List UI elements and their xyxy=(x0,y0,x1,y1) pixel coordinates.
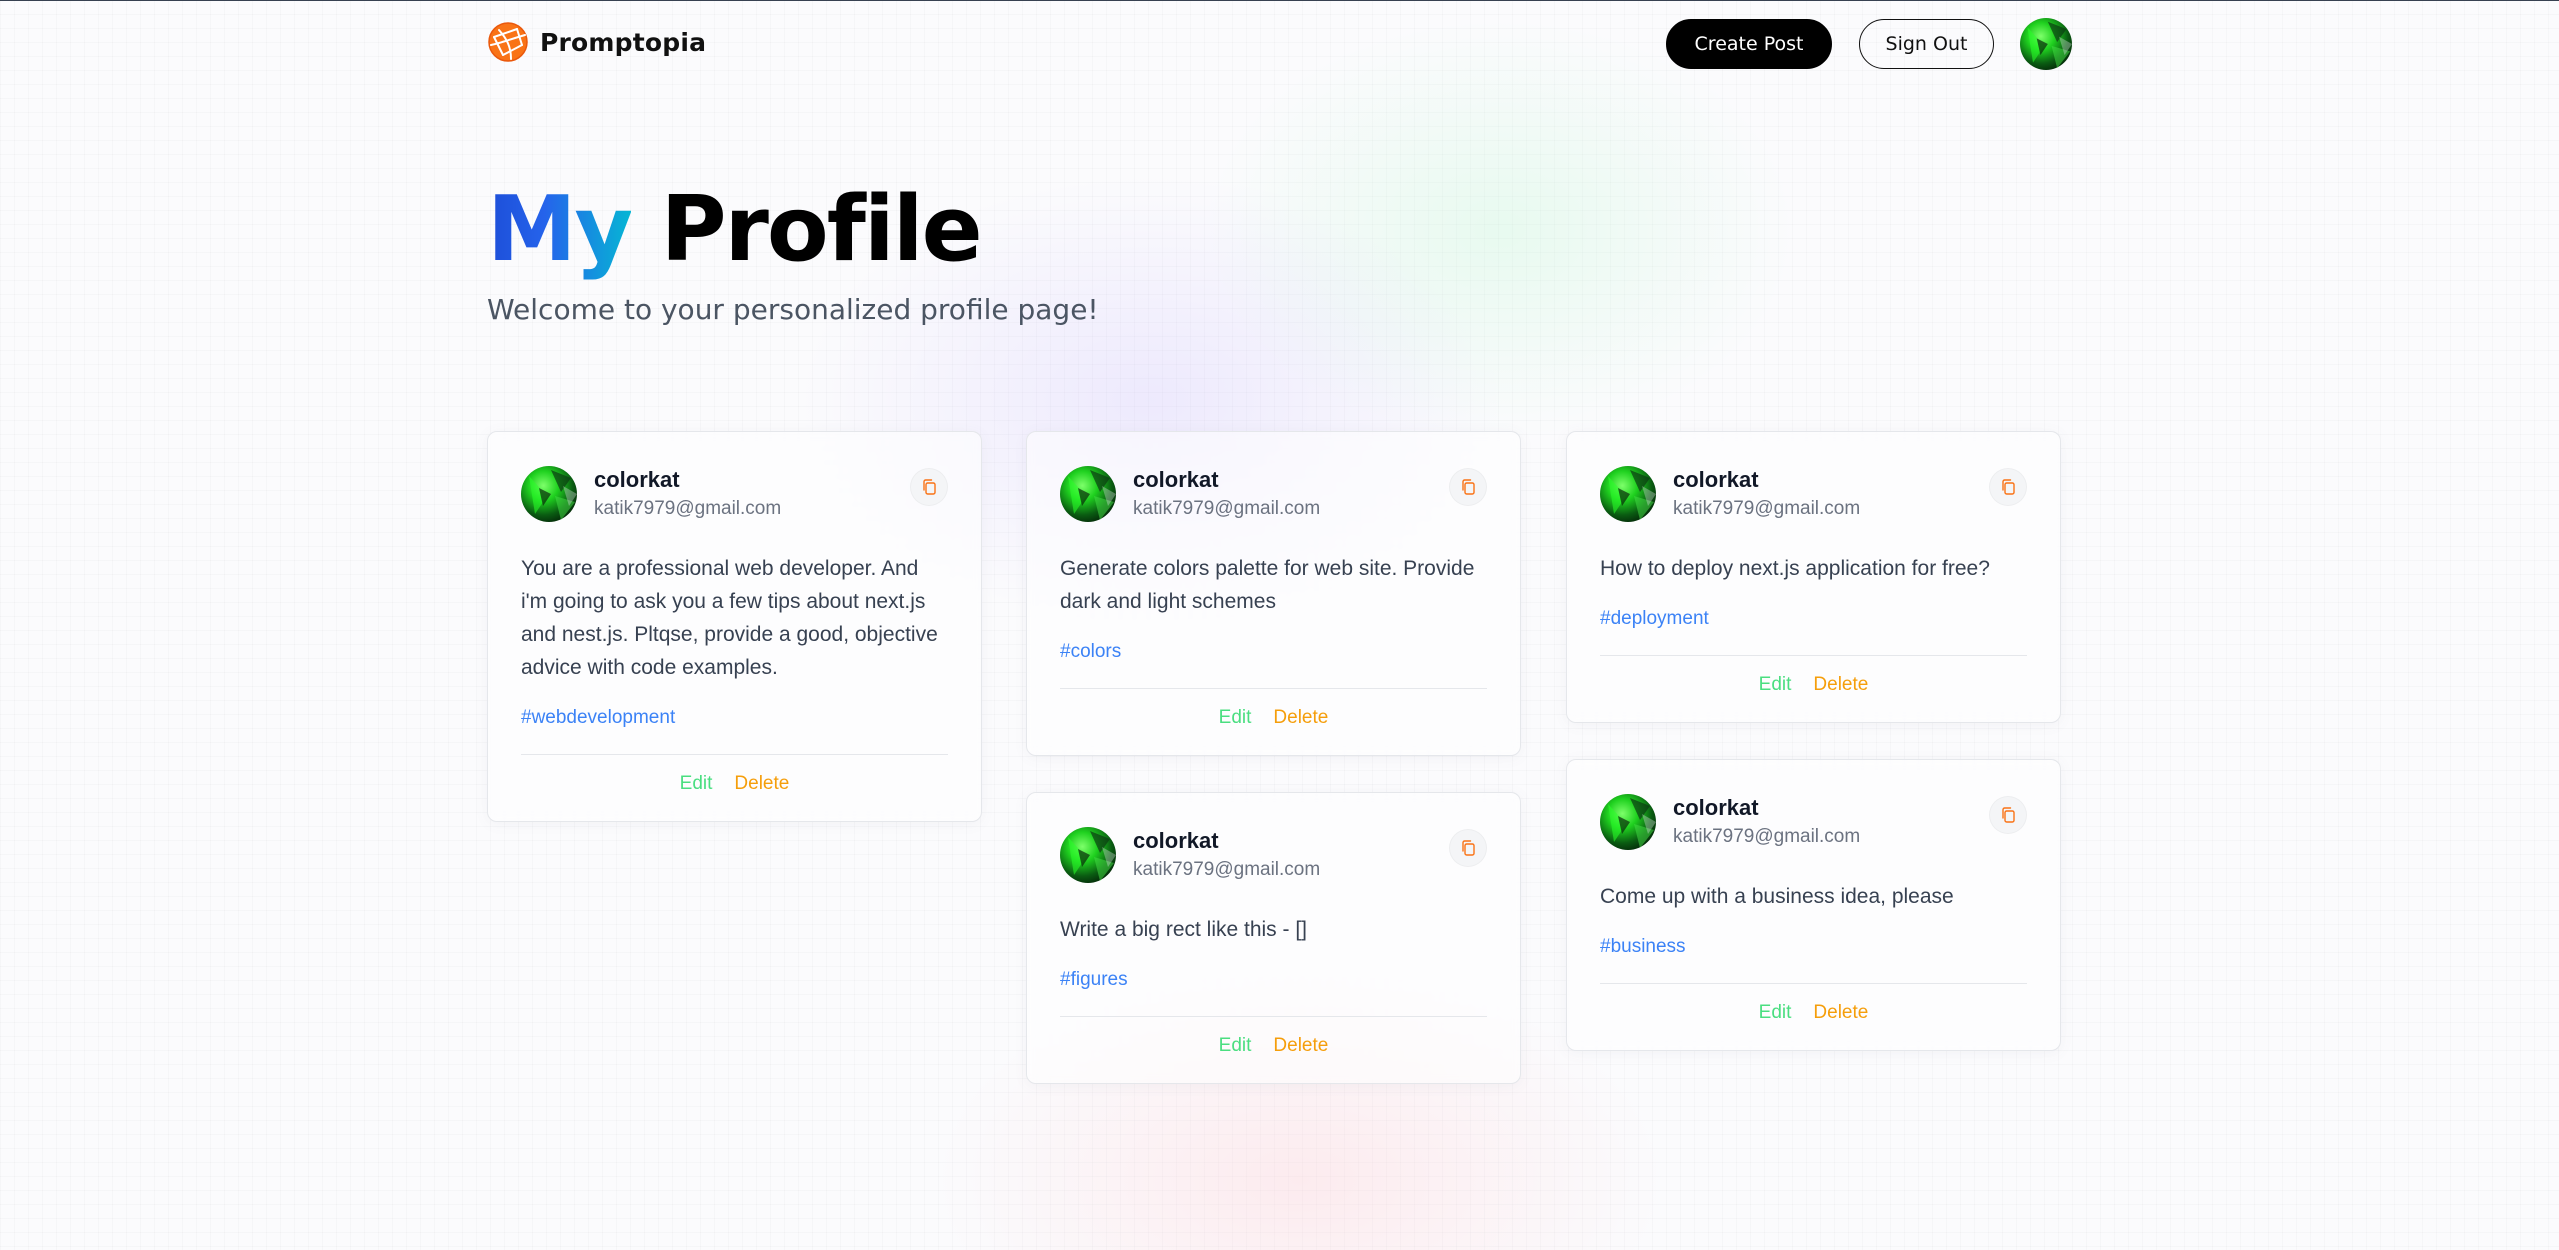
author-email: katik7979@gmail.com xyxy=(1673,826,1861,847)
edit-button[interactable]: Edit xyxy=(1759,672,1792,698)
delete-button[interactable]: Delete xyxy=(1813,672,1868,698)
author-info: colorkat katik7979@gmail.com xyxy=(1133,827,1320,883)
author-email: katik7979@gmail.com xyxy=(1133,859,1321,880)
copy-icon xyxy=(2002,807,2015,823)
author-info: colorkat katik7979@gmail.com xyxy=(1673,794,1860,850)
author-email: katik7979@gmail.com xyxy=(1133,498,1321,519)
delete-button[interactable]: Delete xyxy=(734,771,789,797)
prompt-text: Generate colors palette for web site. Pr… xyxy=(1060,557,1475,613)
post-author[interactable]: colorkat katik7979@gmail.com xyxy=(521,466,781,522)
prompt-tag[interactable]: #figures xyxy=(1060,968,1487,992)
brand-name: Promptopia xyxy=(540,27,707,57)
prompt-card: colorkat katik7979@gmail.com Come up wit… xyxy=(1566,759,2061,1051)
author-username: colorkat xyxy=(1673,467,1759,492)
page-title: My Profile xyxy=(487,175,983,285)
delete-button[interactable]: Delete xyxy=(1273,1033,1328,1059)
copy-button[interactable] xyxy=(1989,796,2027,834)
author-info: colorkat katik7979@gmail.com xyxy=(1673,466,1860,522)
copy-icon xyxy=(2002,479,2015,495)
prompt-card: colorkat katik7979@gmail.com Write a big… xyxy=(1026,792,1521,1084)
user-avatar xyxy=(1060,827,1116,883)
copy-button[interactable] xyxy=(1989,468,2027,506)
author-username: colorkat xyxy=(1133,467,1219,492)
author-email: katik7979@gmail.com xyxy=(1673,498,1861,519)
page-description: Welcome to your personalized profile pag… xyxy=(487,293,1099,326)
post-author[interactable]: colorkat katik7979@gmail.com xyxy=(1600,466,1860,522)
author-info: colorkat katik7979@gmail.com xyxy=(594,466,781,522)
card-header: colorkat katik7979@gmail.com xyxy=(1060,827,1487,883)
card-actions: Edit Delete xyxy=(521,754,948,797)
card-actions: Edit Delete xyxy=(1600,655,2027,698)
top-navigation: Promptopia Create Post Sign Out xyxy=(487,18,2072,68)
page-title-rest: Profile xyxy=(660,177,983,282)
author-info: colorkat katik7979@gmail.com xyxy=(1133,466,1320,522)
prompt-tag[interactable]: #colors xyxy=(1060,640,1487,664)
card-actions: Edit Delete xyxy=(1600,983,2027,1026)
edit-button[interactable]: Edit xyxy=(680,771,713,797)
edit-button[interactable]: Edit xyxy=(1219,705,1252,731)
card-header: colorkat katik7979@gmail.com xyxy=(1600,466,2027,522)
post-author[interactable]: colorkat katik7979@gmail.com xyxy=(1060,827,1320,883)
prompt-card: colorkat katik7979@gmail.com How to depl… xyxy=(1566,431,2061,723)
card-header: colorkat katik7979@gmail.com xyxy=(1600,794,2027,850)
user-avatar xyxy=(1600,466,1656,522)
author-email: katik7979@gmail.com xyxy=(594,498,782,519)
prompt-text: You are a professional web developer. An… xyxy=(521,557,938,679)
copy-button[interactable] xyxy=(1449,468,1487,506)
prompt-tag[interactable]: #business xyxy=(1600,935,2027,959)
card-actions: Edit Delete xyxy=(1060,688,1487,731)
edit-button[interactable]: Edit xyxy=(1219,1033,1252,1059)
copy-icon xyxy=(923,479,936,495)
author-username: colorkat xyxy=(1133,828,1219,853)
card-header: colorkat katik7979@gmail.com xyxy=(521,466,948,522)
copy-icon xyxy=(1462,840,1475,856)
delete-button[interactable]: Delete xyxy=(1273,705,1328,731)
post-author[interactable]: colorkat katik7979@gmail.com xyxy=(1060,466,1320,522)
prompt-tag[interactable]: #deployment xyxy=(1600,607,2027,631)
copy-button[interactable] xyxy=(910,468,948,506)
delete-button[interactable]: Delete xyxy=(1813,1000,1868,1026)
user-avatar xyxy=(1060,466,1116,522)
page-title-accent: My xyxy=(487,177,633,282)
prompt-card: colorkat katik7979@gmail.com You are a p… xyxy=(487,431,982,822)
brand-link[interactable]: Promptopia xyxy=(487,21,706,63)
profile-avatar[interactable] xyxy=(2020,18,2072,70)
create-post-button[interactable]: Create Post xyxy=(1666,19,1832,69)
copy-button[interactable] xyxy=(1449,829,1487,867)
prompt-text: Write a big rect like this - [] xyxy=(1060,918,1308,941)
prompt-card: colorkat katik7979@gmail.com Generate co… xyxy=(1026,431,1521,756)
user-avatar xyxy=(521,466,577,522)
prompt-text: Come up with a business idea, please xyxy=(1600,885,1954,908)
post-author[interactable]: colorkat katik7979@gmail.com xyxy=(1600,794,1860,850)
sign-out-button[interactable]: Sign Out xyxy=(1859,19,1994,69)
card-actions: Edit Delete xyxy=(1060,1016,1487,1059)
user-avatar xyxy=(1600,794,1656,850)
author-username: colorkat xyxy=(594,467,680,492)
copy-icon xyxy=(1462,479,1475,495)
edit-button[interactable]: Edit xyxy=(1759,1000,1792,1026)
prompt-text: How to deploy next.js application for fr… xyxy=(1600,557,1990,580)
author-username: colorkat xyxy=(1673,795,1759,820)
prompt-tag[interactable]: #webdevelopment xyxy=(521,706,948,730)
globe-logo-icon xyxy=(488,22,528,62)
card-header: colorkat katik7979@gmail.com xyxy=(1060,466,1487,522)
top-border xyxy=(0,0,2559,1)
